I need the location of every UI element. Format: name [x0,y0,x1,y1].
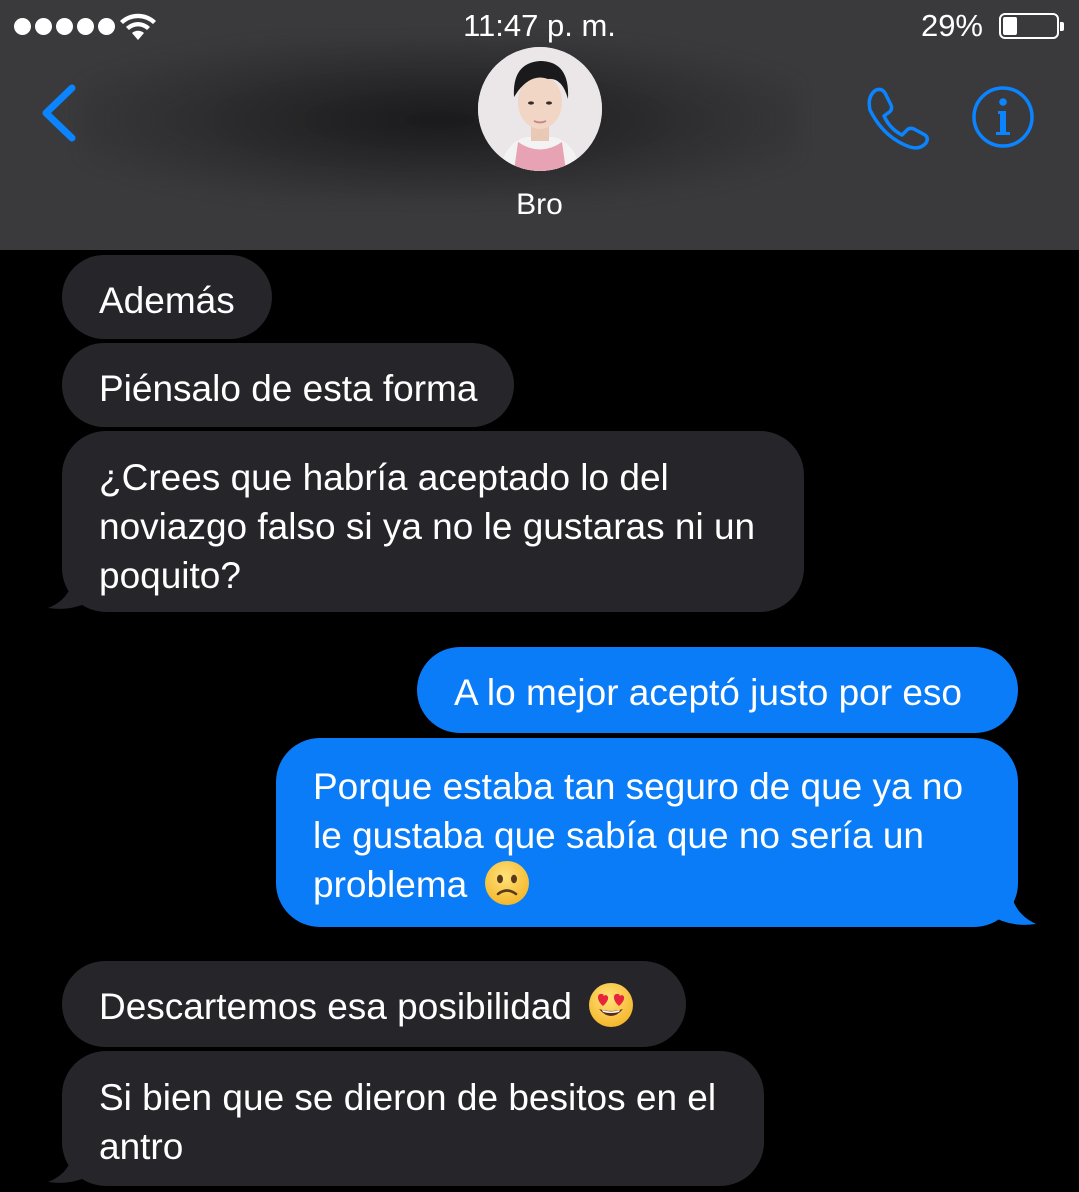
outgoing-message-bubble[interactable]: Porque estaba tan seguro de que ya no le… [276,738,1018,927]
conversation-header: 11:47 p. m. 29% Bro [0,0,1079,250]
battery-icon [999,13,1064,39]
phone-icon[interactable] [862,84,932,150]
contact-avatar[interactable] [478,47,602,171]
status-time: 11:47 p. m. [463,8,616,43]
message-text-line: ¿Crees que habría aceptado lo del [99,457,669,498]
incoming-message-bubble[interactable]: ¿Crees que habría aceptado lo del noviaz… [62,431,804,612]
message-text-line: problema [313,864,468,905]
heart-eyes-face-icon [589,983,634,1027]
avatar-portrait [478,47,602,171]
message-text-line: poquito? [99,555,241,596]
blurred-area [80,40,800,200]
message-text-line: Si bien que se dieron de besitos en el [99,1077,717,1118]
message-text-line: Porque estaba tan seguro de que ya no [313,766,964,807]
incoming-message-bubble[interactable]: Descartemos esa posibilidad [62,961,686,1047]
message-text: Descartemos esa posibilidad [99,986,573,1027]
message-thread: Además Piénsalo de esta forma ¿Crees que… [0,250,1079,1192]
message-text-line: le gustaba que sabía que no sería un [313,815,924,856]
message-text-line: antro [99,1126,184,1167]
outgoing-message-bubble[interactable]: A lo mejor aceptó justo por eso [417,647,1018,733]
message-text: Piénsalo de esta forma [99,368,478,409]
battery-percentage: 29% [920,8,983,43]
info-icon[interactable] [970,84,1036,150]
message-text: A lo mejor aceptó justo por eso [454,672,963,713]
message-text-line: noviazgo falso si ya no le gustaras ni u… [99,506,756,547]
incoming-message-bubble[interactable]: Además [62,255,272,339]
slightly-frowning-face-icon [484,861,529,905]
messages-screen: 11:47 p. m. 29% Bro Además Piénsalo de e… [0,0,1079,1192]
incoming-message-bubble[interactable]: Piénsalo de esta forma [62,343,515,427]
contact-name[interactable]: Bro [0,188,1079,222]
chevron-left-icon[interactable] [34,82,84,144]
message-text: Además [99,280,235,321]
incoming-message-bubble[interactable]: Si bien que se dieron de besitos en el a… [62,1051,764,1186]
